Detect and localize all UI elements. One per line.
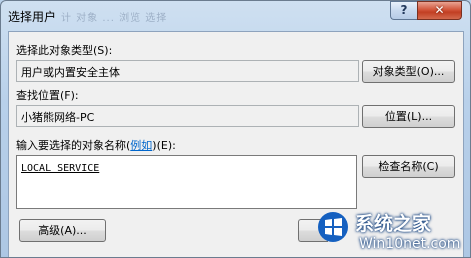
location-field: 小猪熊网络-PC <box>16 105 359 127</box>
advanced-button[interactable]: 高级(A)... <box>19 219 106 242</box>
object-names-value: LOCAL SERVICE <box>21 163 100 174</box>
watermark-url: Win10net.com <box>359 236 461 252</box>
examples-link[interactable]: 例如 <box>130 139 152 152</box>
location-value: 小猪熊网络-PC <box>21 111 95 124</box>
select-users-dialog: 选择用户 计 对象 ... 浏览 选择 ? ✕ 选择此对象类型(S): 用户或内… <box>0 0 471 258</box>
watermark-title: 系统之家 <box>355 213 432 235</box>
window-title-ghost: 计 对象 ... 浏览 选择 <box>61 13 168 24</box>
object-names-label: 输入要选择的对象名称(例如)(E): <box>16 137 176 153</box>
object-names-label-prefix: 输入要选择的对象名称( <box>16 139 131 152</box>
object-type-label: 选择此对象类型(S): <box>16 44 113 57</box>
location-label: 查找位置(F): <box>16 89 79 102</box>
object-type-field: 用户或内置安全主体 <box>16 60 359 82</box>
window-title: 选择用户 <box>8 10 57 24</box>
site-watermark: 系统之家 Win10net.com <box>307 209 470 257</box>
object-names-input[interactable]: LOCAL SERVICE <box>16 155 357 209</box>
object-names-label-suffix: )(E): <box>152 139 176 152</box>
help-button[interactable]: ? <box>390 1 417 20</box>
object-types-button[interactable]: 对象类型(O)... <box>362 60 455 83</box>
close-button[interactable]: ✕ <box>417 1 462 20</box>
help-icon: ? <box>400 3 408 17</box>
close-icon: ✕ <box>434 3 445 17</box>
title-bar[interactable]: 选择用户 计 对象 ... 浏览 选择 ? ✕ <box>1 1 470 31</box>
check-names-button[interactable]: 检查名称(C) <box>362 155 455 178</box>
windows-logo-icon <box>318 212 348 242</box>
object-type-value: 用户或内置安全主体 <box>21 66 120 79</box>
locations-button[interactable]: 位置(L)... <box>362 105 455 128</box>
